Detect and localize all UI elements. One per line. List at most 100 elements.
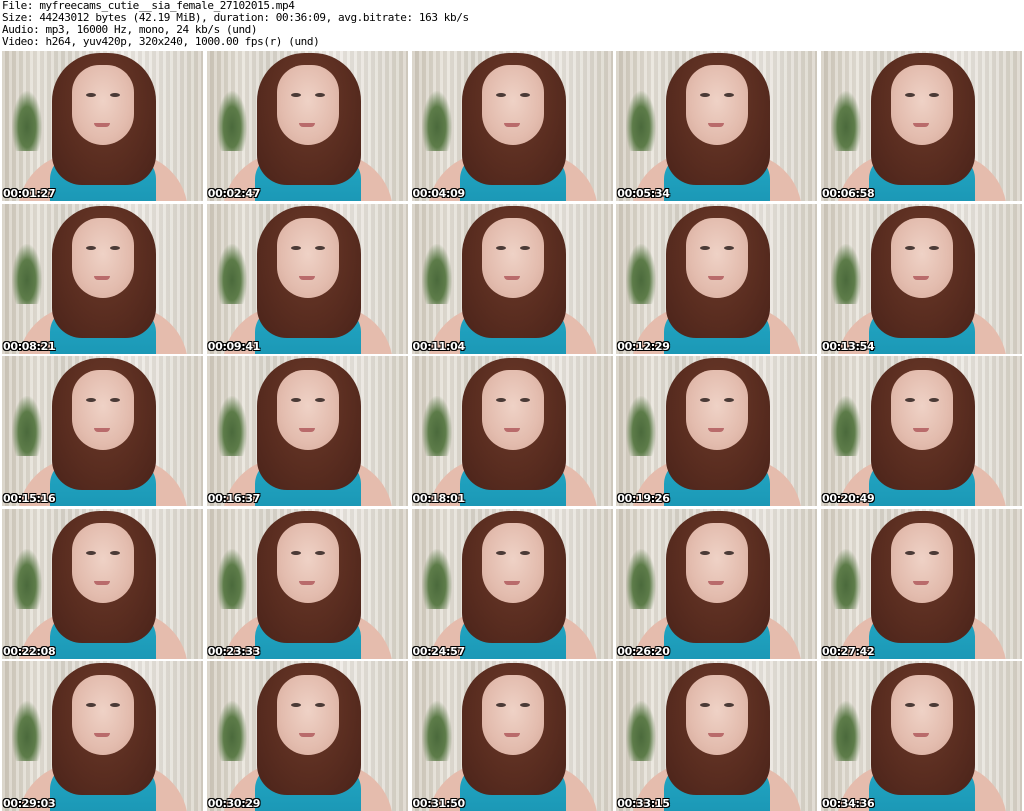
left-eye: [86, 703, 96, 707]
right-eye: [724, 245, 735, 250]
video-frame-thumbnail: 00:33:15: [616, 661, 818, 811]
frame-timestamp: 00:13:54: [822, 339, 875, 353]
video-info-line: Video: h264, yuv420p, 320x240, 1000.00 f…: [2, 35, 320, 48]
face: [686, 65, 749, 145]
video-frame-thumbnail: 00:27:42: [821, 508, 1022, 659]
right-eye: [519, 703, 530, 707]
frame-timestamp: 00:19:26: [617, 492, 670, 505]
plant-background: [626, 243, 657, 304]
left-eye: [495, 93, 506, 97]
face: [481, 65, 544, 145]
left-eye: [86, 245, 96, 250]
video-frame-thumbnail: 00:02:47: [206, 51, 408, 201]
video-frame-thumbnail: 00:29:03: [2, 661, 203, 811]
right-eye: [110, 550, 120, 555]
mouth: [94, 733, 110, 737]
video-frame-thumbnail: 00:24:57: [411, 508, 613, 659]
mouth: [913, 428, 929, 432]
video-frame-thumbnail: 00:31:50: [411, 661, 613, 811]
face: [481, 522, 544, 603]
plant-background: [216, 396, 247, 456]
video-frame-thumbnail: 00:05:34: [616, 51, 818, 201]
mouth: [298, 428, 315, 432]
face: [891, 217, 953, 298]
left-eye: [905, 550, 915, 555]
mouth: [708, 428, 725, 432]
frame-timestamp: 00:23:33: [207, 644, 261, 658]
video-frame-thumbnail: 00:34:36: [821, 661, 1022, 811]
frame-timestamp: 00:11:04: [412, 339, 466, 353]
mouth: [708, 123, 725, 127]
mouth: [94, 580, 110, 585]
left-eye: [495, 703, 506, 707]
plant-background: [626, 548, 657, 609]
frame-timestamp: 00:31:50: [412, 797, 466, 810]
plant-background: [831, 701, 861, 761]
video-frame-thumbnail: 00:09:41: [206, 203, 408, 354]
frame-timestamp: 00:09:41: [207, 339, 261, 353]
frame-timestamp: 00:01:27: [3, 187, 56, 200]
frame-timestamp: 00:04:09: [412, 187, 466, 200]
plant-background: [12, 396, 42, 456]
right-eye: [314, 703, 325, 707]
video-frame-thumbnail: 00:12:29: [616, 203, 818, 354]
frame-timestamp: 00:15:16: [3, 492, 56, 505]
frame-timestamp: 00:08:21: [3, 339, 56, 353]
face: [72, 65, 134, 145]
left-eye: [86, 550, 96, 555]
video-frame-thumbnail: 00:11:04: [411, 203, 613, 354]
video-frame-thumbnail: 00:01:27: [2, 51, 203, 201]
plant-background: [626, 701, 657, 761]
frame-timestamp: 00:05:34: [617, 187, 670, 200]
face: [72, 675, 134, 755]
right-eye: [110, 703, 120, 707]
mouth: [708, 733, 725, 737]
mouth: [94, 275, 110, 280]
plant-background: [626, 396, 657, 456]
face: [276, 370, 339, 450]
left-eye: [905, 245, 915, 250]
mouth: [94, 123, 110, 127]
video-frame-thumbnail: 00:08:21: [2, 203, 203, 354]
left-eye: [905, 93, 915, 97]
thumbnail-grid: 00:01:27 00:02:47 00:04:09 00:05:34 00:06:58…: [2, 51, 1022, 811]
right-eye: [929, 398, 939, 402]
left-eye: [290, 398, 301, 402]
mouth: [913, 123, 929, 127]
left-eye: [905, 398, 915, 402]
left-eye: [495, 398, 506, 402]
face: [686, 217, 749, 298]
face: [481, 675, 544, 755]
plant-background: [421, 396, 452, 456]
plant-background: [421, 701, 452, 761]
mouth: [503, 275, 520, 280]
plant-background: [12, 243, 42, 304]
frame-timestamp: 00:24:57: [412, 644, 466, 658]
face: [481, 370, 544, 450]
right-eye: [314, 398, 325, 402]
right-eye: [519, 550, 530, 555]
left-eye: [86, 93, 96, 97]
mouth: [298, 123, 315, 127]
left-eye: [495, 245, 506, 250]
face: [891, 370, 953, 450]
plant-background: [216, 548, 247, 609]
frame-timestamp: 00:29:03: [3, 797, 56, 810]
right-eye: [724, 550, 735, 555]
right-eye: [519, 93, 530, 97]
mouth: [913, 733, 929, 737]
left-eye: [495, 550, 506, 555]
left-eye: [290, 245, 301, 250]
video-frame-thumbnail: 00:06:58: [821, 51, 1022, 201]
plant-background: [626, 91, 657, 151]
plant-background: [12, 91, 42, 151]
right-eye: [519, 245, 530, 250]
plant-background: [12, 701, 42, 761]
face: [72, 370, 134, 450]
mouth: [503, 123, 520, 127]
right-eye: [110, 93, 120, 97]
face: [72, 217, 134, 298]
face: [276, 675, 339, 755]
mouth: [708, 275, 725, 280]
mouth: [503, 428, 520, 432]
